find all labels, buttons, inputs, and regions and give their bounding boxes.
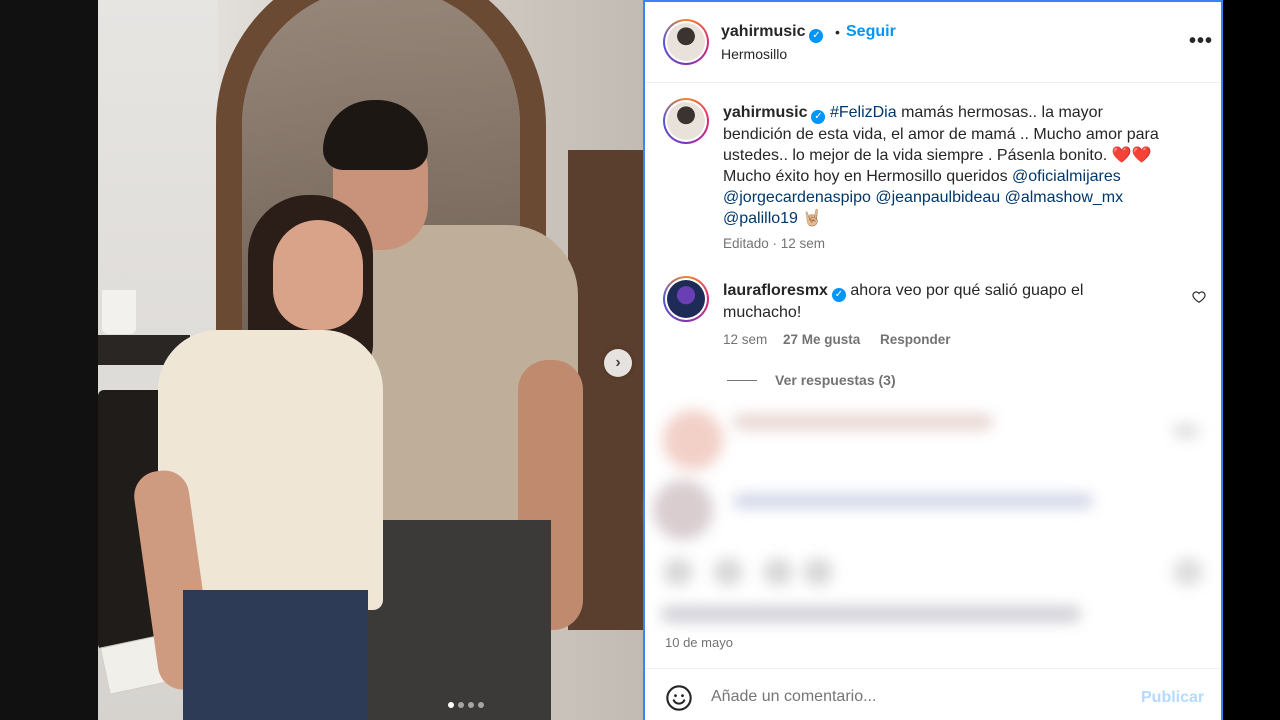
photo-woman-face xyxy=(273,220,363,330)
carousel-dot xyxy=(468,702,474,708)
separator-dot: • xyxy=(835,24,840,40)
carousel-dot xyxy=(458,702,464,708)
caption-author-username[interactable]: yahirmusic xyxy=(723,104,807,121)
follow-button[interactable]: Seguir xyxy=(846,23,896,41)
commenter-avatar[interactable] xyxy=(663,276,709,322)
mention-link[interactable]: @jorgecardenaspipo xyxy=(723,189,871,206)
post-photo[interactable] xyxy=(98,0,643,720)
reply-button[interactable]: Responder xyxy=(880,332,951,347)
add-comment-input[interactable] xyxy=(711,688,1111,706)
photo-man-pants xyxy=(366,520,551,720)
mention-link[interactable]: @jeanpaulbideau xyxy=(875,189,1000,206)
author-avatar[interactable] xyxy=(663,19,709,65)
carousel-next-button[interactable]: › xyxy=(604,349,632,377)
mention-link[interactable]: @palillo19 xyxy=(723,210,798,227)
author-username-link[interactable]: yahirmusic ✓ xyxy=(721,23,824,43)
chevron-right-icon: › xyxy=(615,354,621,371)
post-side-panel: yahirmusic ✓ • Seguir Hermosillo ••• yahi… xyxy=(643,0,1223,720)
reply-label: Responder xyxy=(880,332,951,347)
caption-meta: Editado · 12 sem xyxy=(723,236,826,251)
emoji-picker-icon[interactable] xyxy=(665,684,693,712)
location-link[interactable]: Hermosillo xyxy=(721,46,787,62)
like-comment-heart-icon[interactable] xyxy=(1192,290,1206,304)
hashtag-link[interactable]: #FelizDia xyxy=(830,104,897,121)
mention-link[interactable]: @oficialmijares xyxy=(1012,168,1121,185)
comment-likes[interactable]: 27 Me gusta xyxy=(783,332,860,347)
caption-author-avatar[interactable] xyxy=(663,98,709,144)
footer-divider xyxy=(645,668,1221,669)
commenter-username[interactable]: laurafloresmx xyxy=(723,282,828,299)
caption-text-2: Mucho éxito hoy en Hermosillo queridos xyxy=(723,167,1013,185)
carousel-dot xyxy=(478,702,484,708)
post-caption: yahirmusic ✓ #FelizDia mamás hermosas.. l… xyxy=(723,102,1173,229)
post-header: yahirmusic ✓ • Seguir Hermosillo ••• xyxy=(645,2,1221,83)
caption-emoji: 🤘🏼 xyxy=(797,209,823,227)
comment: laurafloresmx ✓ ahora veo por qué salió g… xyxy=(723,280,1163,323)
carousel-dots xyxy=(448,702,484,708)
view-replies-label: Ver respuestas (3) xyxy=(775,372,896,388)
comment-time: 12 sem xyxy=(723,332,768,347)
photo-mug xyxy=(102,290,136,334)
author-username: yahirmusic xyxy=(721,23,806,40)
mention-link[interactable]: @almashow_mx xyxy=(1005,189,1124,206)
comment-likes-label: 27 Me gusta xyxy=(783,332,861,347)
verified-badge-icon: ✓ xyxy=(811,109,826,124)
photo-woman-jeans xyxy=(183,590,368,720)
verified-badge-icon: ✓ xyxy=(809,28,824,43)
carousel-dot xyxy=(448,702,454,708)
post-date: 10 de mayo xyxy=(665,635,733,650)
blurred-content xyxy=(653,400,1221,632)
view-replies-button[interactable]: Ver respuestas (3) xyxy=(727,372,896,388)
more-options-icon[interactable]: ••• xyxy=(1189,30,1213,53)
viewport-right-edge xyxy=(1223,0,1280,720)
publish-button[interactable]: Publicar xyxy=(1141,689,1204,707)
verified-badge-icon: ✓ xyxy=(831,287,846,302)
replies-divider-line xyxy=(727,379,757,381)
